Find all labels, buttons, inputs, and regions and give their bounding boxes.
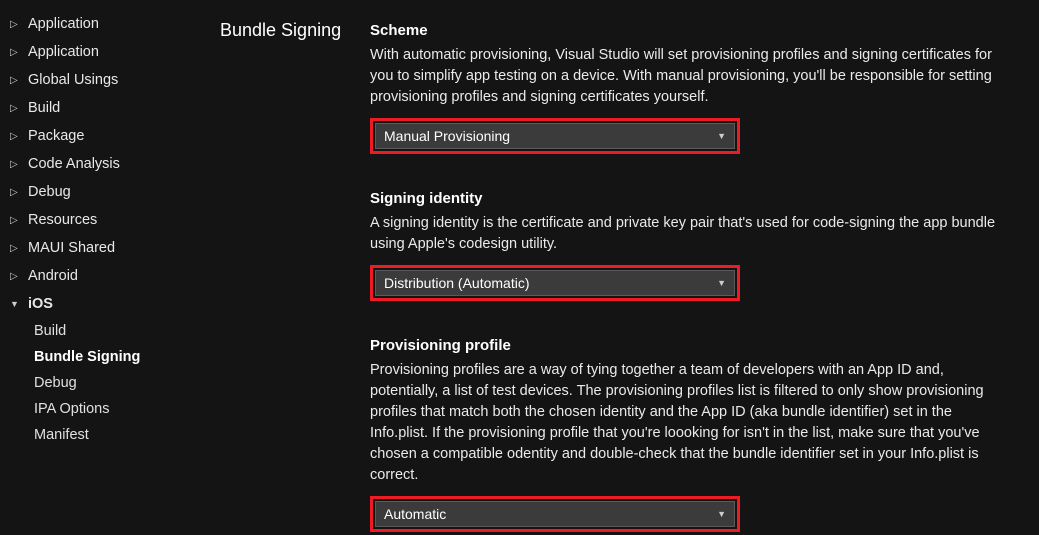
sidebar-item-label: Build — [28, 100, 60, 116]
sidebar-item-label: Package — [28, 128, 84, 144]
sidebar-child-label: Bundle Signing — [34, 349, 140, 365]
caret-right-icon — [10, 187, 24, 198]
chevron-down-icon: ▼ — [717, 509, 726, 519]
sidebar-item-label: Android — [28, 268, 78, 284]
setting-heading: Provisioning profile — [370, 337, 1009, 354]
sidebar-item-global-usings[interactable]: Global Usings — [6, 66, 210, 94]
caret-right-icon — [10, 159, 24, 170]
caret-right-icon — [10, 75, 24, 86]
dropdown-value: Automatic — [384, 506, 446, 522]
sidebar-item-resources[interactable]: Resources — [6, 206, 210, 234]
sidebar-item-label: MAUI Shared — [28, 240, 115, 256]
sidebar-child-label: Build — [34, 323, 66, 339]
chevron-down-icon: ▼ — [717, 131, 726, 141]
setting-description: A signing identity is the certificate an… — [370, 213, 1000, 255]
sidebar-child-label: IPA Options — [34, 401, 110, 417]
sidebar-item-maui-shared[interactable]: MAUI Shared — [6, 234, 210, 262]
provisioning-profile-dropdown[interactable]: Automatic ▼ — [375, 501, 735, 527]
sidebar-item-package[interactable]: Package — [6, 122, 210, 150]
scheme-dropdown[interactable]: Manual Provisioning ▼ — [375, 123, 735, 149]
sidebar-item-label: iOS — [28, 296, 53, 312]
sidebar-child-manifest[interactable]: Manifest — [6, 422, 210, 448]
setting-scheme: Scheme With automatic provisioning, Visu… — [370, 22, 1009, 154]
sidebar-item-android[interactable]: Android — [6, 262, 210, 290]
caret-right-icon — [10, 271, 24, 282]
caret-right-icon — [10, 243, 24, 254]
sidebar-child-label: Manifest — [34, 427, 89, 443]
sidebar-item-ios[interactable]: iOS — [6, 290, 210, 318]
sidebar-child-ipa-options[interactable]: IPA Options — [6, 396, 210, 422]
settings-sidebar: Application Application Global Usings Bu… — [0, 0, 210, 535]
sidebar-item-code-analysis[interactable]: Code Analysis — [6, 150, 210, 178]
section-title: Bundle Signing — [210, 0, 370, 535]
highlight-box: Distribution (Automatic) ▼ — [370, 265, 740, 301]
sidebar-child-label: Debug — [34, 375, 77, 391]
sidebar-item-application-1[interactable]: Application — [6, 10, 210, 38]
caret-right-icon — [10, 103, 24, 114]
sidebar-item-application-2[interactable]: Application — [6, 38, 210, 66]
highlight-box: Manual Provisioning ▼ — [370, 118, 740, 154]
setting-signing-identity: Signing identity A signing identity is t… — [370, 190, 1009, 301]
sidebar-item-label: Application — [28, 44, 99, 60]
dropdown-value: Distribution (Automatic) — [384, 275, 530, 291]
sidebar-item-label: Global Usings — [28, 72, 118, 88]
caret-right-icon — [10, 47, 24, 58]
setting-heading: Scheme — [370, 22, 1009, 39]
setting-description: Provisioning profiles are a way of tying… — [370, 360, 1000, 486]
caret-right-icon — [10, 131, 24, 142]
setting-description: With automatic provisioning, Visual Stud… — [370, 45, 1000, 108]
signing-identity-dropdown[interactable]: Distribution (Automatic) ▼ — [375, 270, 735, 296]
sidebar-item-label: Application — [28, 16, 99, 32]
caret-right-icon — [10, 215, 24, 226]
sidebar-child-bundle-signing[interactable]: Bundle Signing — [6, 344, 210, 370]
highlight-box: Automatic ▼ — [370, 496, 740, 532]
settings-content: Scheme With automatic provisioning, Visu… — [370, 0, 1039, 535]
sidebar-item-label: Debug — [28, 184, 71, 200]
dropdown-value: Manual Provisioning — [384, 128, 510, 144]
setting-provisioning-profile: Provisioning profile Provisioning profil… — [370, 337, 1009, 532]
sidebar-child-debug[interactable]: Debug — [6, 370, 210, 396]
chevron-down-icon: ▼ — [717, 278, 726, 288]
caret-right-icon — [10, 19, 24, 30]
sidebar-item-label: Resources — [28, 212, 97, 228]
sidebar-item-build[interactable]: Build — [6, 94, 210, 122]
sidebar-item-label: Code Analysis — [28, 156, 120, 172]
setting-heading: Signing identity — [370, 190, 1009, 207]
sidebar-child-build[interactable]: Build — [6, 318, 210, 344]
caret-down-icon — [10, 299, 24, 310]
sidebar-item-debug[interactable]: Debug — [6, 178, 210, 206]
